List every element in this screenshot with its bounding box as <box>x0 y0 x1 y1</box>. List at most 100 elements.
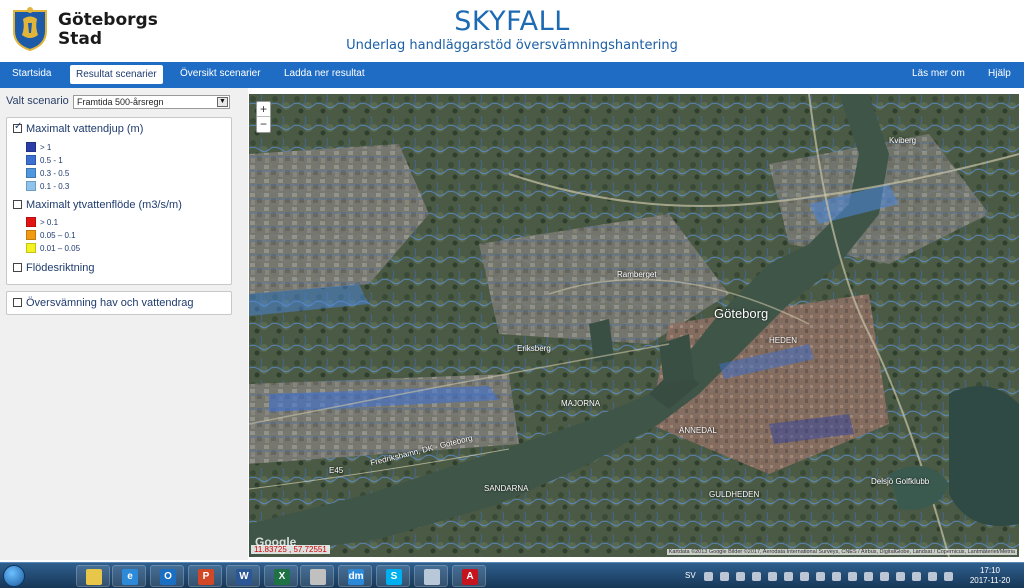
tray-icon[interactable] <box>704 572 713 581</box>
explorer-icon <box>86 569 102 585</box>
nav-ladda-ner-resultat[interactable]: Ladda ner resultat <box>284 67 365 86</box>
word-icon: W <box>236 569 252 585</box>
snipping-icon <box>310 569 326 585</box>
layer-max-water-depth[interactable]: Maximalt vattendjup (m) <box>13 121 144 135</box>
layer-max-water-depth-checkbox[interactable] <box>13 121 22 133</box>
word-app[interactable]: W <box>226 565 260 587</box>
zoom-out-button[interactable]: − <box>257 117 270 132</box>
map-label: Kviberg <box>889 136 917 145</box>
acrobat-app[interactable]: A <box>452 565 486 587</box>
tray-icon[interactable] <box>848 572 857 581</box>
legend-swatch <box>26 230 36 240</box>
layer-label: Maximalt vattendjup (m) <box>26 123 144 135</box>
map-attribution[interactable]: Kartdata ©2013 Google Bilder ©2017, Aero… <box>666 549 1017 555</box>
layer-sidebar: Valt scenario Framtida 500-årsregn ▼ Max… <box>0 88 248 560</box>
windows-taskbar: e O P W Xdm S A SV 17:10 2017-11-20 <box>0 562 1024 588</box>
outlook-icon: O <box>160 569 176 585</box>
tray-icon[interactable] <box>720 572 729 581</box>
legend-row: > 1 <box>26 142 51 152</box>
tray-icon[interactable] <box>864 572 873 581</box>
map-label: Delsjö Golfklubb <box>871 477 930 486</box>
map-label: SANDARNA <box>484 484 529 493</box>
zoom-in-button[interactable]: + <box>257 102 270 117</box>
legend-row: > 0.1 <box>26 217 58 227</box>
skype-icon: S <box>386 569 402 585</box>
excel-icon: X <box>274 569 290 585</box>
notepad-icon <box>424 569 440 585</box>
map-label: GULDHEDEN <box>709 490 760 499</box>
legend-swatch <box>26 243 36 253</box>
map-label: E45 <box>329 466 344 475</box>
legend-row: 0.1 - 0.3 <box>26 181 69 191</box>
notepad-app[interactable] <box>414 565 448 587</box>
map-label: Ramberget <box>617 270 657 279</box>
volume-icon[interactable] <box>944 572 953 581</box>
dm-app[interactable]: dm <box>338 565 372 587</box>
layer-sea-flooding-checkbox[interactable] <box>13 298 22 307</box>
internet-explorer-app[interactable]: e <box>112 565 146 587</box>
tray-icon[interactable] <box>880 572 889 581</box>
tray-icon[interactable] <box>784 572 793 581</box>
nav-resultat-scenarier[interactable]: Resultat scenarier <box>70 65 163 84</box>
tray-icon[interactable] <box>768 572 777 581</box>
internet-explorer-icon: e <box>122 569 138 585</box>
language-indicator[interactable]: SV <box>685 571 696 580</box>
map-label: ANNEDAL <box>679 426 717 435</box>
layer-flow-direction-checkbox[interactable] <box>13 263 22 272</box>
layer-max-surface-flow[interactable]: Maximalt ytvattenflöde (m3/s/m) <box>13 199 182 211</box>
layer-label: Översvämning hav och vattendrag <box>26 297 194 309</box>
legend-row: 0.05 – 0.1 <box>26 230 76 240</box>
chevron-down-icon[interactable]: ▼ <box>217 97 228 107</box>
zoom-control: + − <box>256 101 271 133</box>
map-label: HEDEN <box>769 336 798 345</box>
system-clock[interactable]: 17:10 2017-11-20 <box>966 566 1014 586</box>
scenario-label: Valt scenario <box>6 95 69 107</box>
dm-icon: dm <box>348 569 364 585</box>
nav-oversikt-scenarier[interactable]: Översikt scenarier <box>180 67 261 86</box>
legend-swatch <box>26 217 36 227</box>
layer-panel: Maximalt vattendjup (m) > 1 0.5 - 1 0.3 … <box>6 117 232 285</box>
satellite-map[interactable]: + − Kviberg Göteborg Ramberget Eriksberg… <box>249 94 1019 557</box>
tray-icon[interactable] <box>816 572 825 581</box>
map-label: Eriksberg <box>517 344 551 353</box>
nav-startsida[interactable]: Startsida <box>12 67 51 86</box>
tray-icon[interactable] <box>800 572 809 581</box>
clock-time: 17:10 <box>979 566 1001 575</box>
powerpoint-icon: P <box>198 569 214 585</box>
sea-flooding-panel[interactable]: Översvämning hav och vattendrag <box>6 291 232 315</box>
scenario-select[interactable]: Framtida 500-årsregn ▼ <box>73 95 230 109</box>
skype-app[interactable]: S <box>376 565 410 587</box>
tray-icon[interactable] <box>928 572 937 581</box>
outlook-app[interactable]: O <box>150 565 184 587</box>
tray-icon[interactable] <box>736 572 745 581</box>
legend-row: 0.3 - 0.5 <box>26 168 69 178</box>
tray-icon[interactable] <box>896 572 905 581</box>
layer-label: Maximalt ytvattenflöde (m3/s/m) <box>26 199 182 211</box>
legend-swatch <box>26 168 36 178</box>
map-label: MAJORNA <box>561 399 601 408</box>
legend-swatch <box>26 142 36 152</box>
legend-row: 0.01 – 0.05 <box>26 243 80 253</box>
layer-sea-flooding[interactable]: Översvämning hav och vattendrag <box>13 297 194 309</box>
nav-hjalp[interactable]: Hjälp <box>988 67 1011 86</box>
layer-max-surface-flow-checkbox[interactable] <box>13 200 22 209</box>
explorer-app[interactable] <box>76 565 110 587</box>
app-title: SKYFALL <box>454 6 570 37</box>
tray-icon[interactable] <box>832 572 841 581</box>
clock-date: 2017-11-20 <box>969 576 1011 585</box>
legend-swatch <box>26 155 36 165</box>
layer-flow-direction[interactable]: Flödesriktning <box>13 262 94 274</box>
start-button[interactable] <box>3 565 25 587</box>
excel-app[interactable]: X <box>264 565 298 587</box>
snipping-app[interactable] <box>300 565 334 587</box>
tray-icon[interactable] <box>912 572 921 581</box>
page-header: Göteborgs Stad SKYFALL Underlag handlägg… <box>0 0 1024 62</box>
nav-las-mer-om[interactable]: Läs mer om <box>912 67 965 86</box>
powerpoint-app[interactable]: P <box>188 565 222 587</box>
map-imagery <box>249 94 1019 557</box>
layer-label: Flödesriktning <box>26 262 95 274</box>
legend-row: 0.5 - 1 <box>26 155 63 165</box>
main-navigation: Startsida Resultat scenarier Översikt sc… <box>0 62 1024 88</box>
scenario-select-value: Framtida 500-årsregn <box>77 97 164 107</box>
tray-icon[interactable] <box>752 572 761 581</box>
